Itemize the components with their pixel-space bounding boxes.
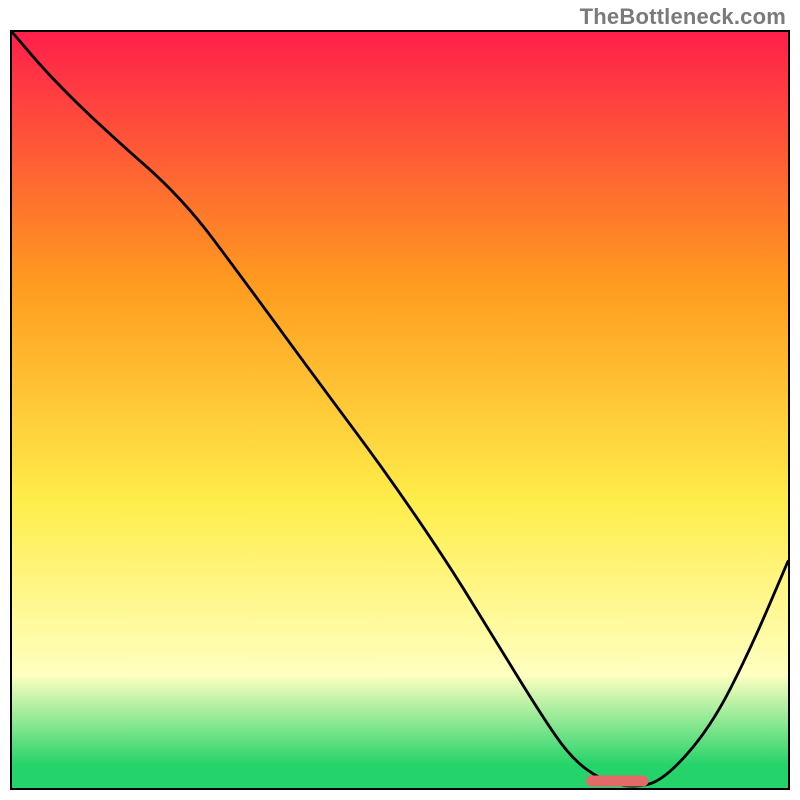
optimal-marker [586,775,648,786]
watermark-text: TheBottleneck.com [580,4,786,30]
gradient-background [12,32,788,788]
plot-svg [12,32,788,788]
chart-container: TheBottleneck.com [0,0,800,800]
plot-frame [10,30,790,790]
